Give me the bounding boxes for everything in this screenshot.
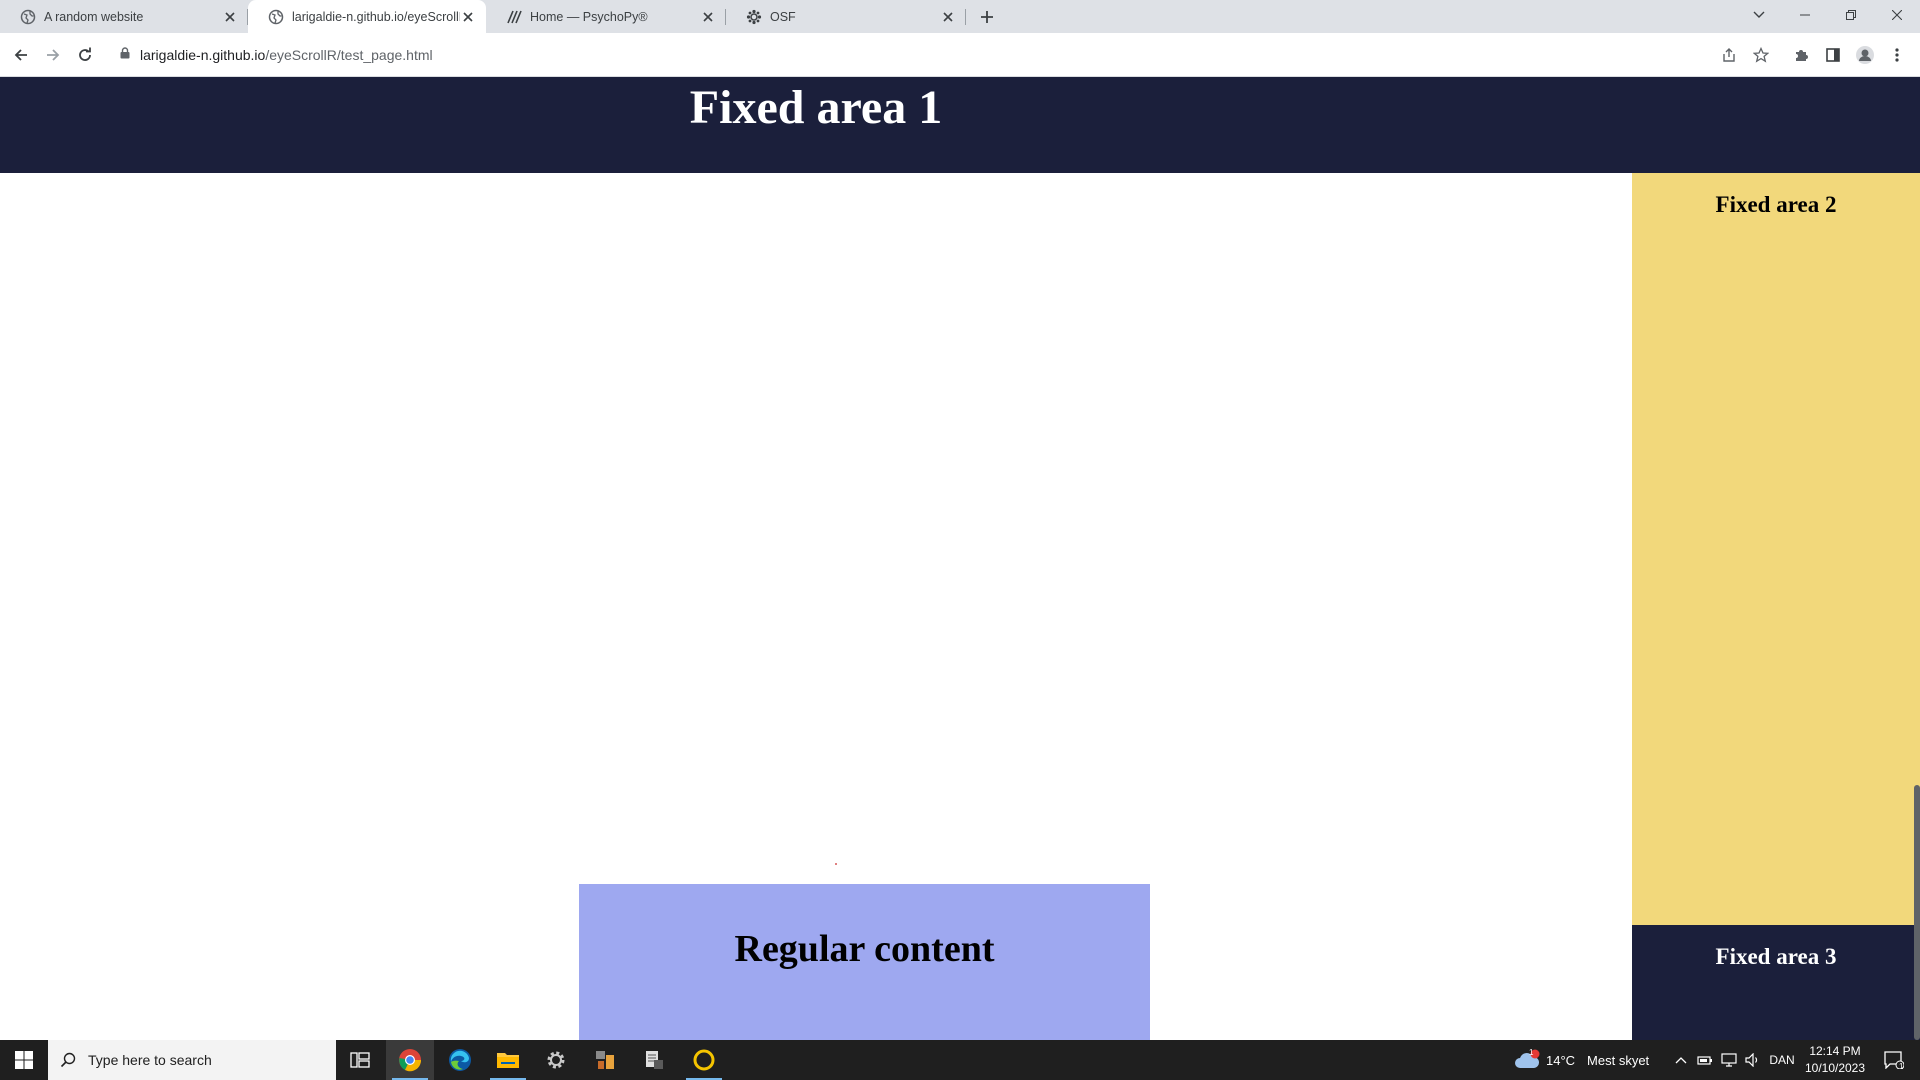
fixed-area-1-inner: Fixed area 1 xyxy=(0,77,1632,136)
browser-toolbar: larigaldie-n.github.io/eyeScrollR/test_p… xyxy=(0,33,1920,77)
taskbar-search-box[interactable]: Type here to search xyxy=(48,1040,336,1080)
weather-badge: 1 xyxy=(1529,1048,1534,1057)
weather-cloud-icon[interactable]: 1 xyxy=(1512,1040,1542,1080)
scrollbar-thumb[interactable] xyxy=(1914,785,1920,1040)
eye-tracker-app-icon[interactable] xyxy=(680,1040,728,1080)
input-language[interactable]: DAN xyxy=(1766,1040,1798,1080)
network-icon[interactable] xyxy=(1718,1040,1740,1080)
volume-speaker-icon[interactable] xyxy=(1742,1040,1764,1080)
task-view-icon[interactable] xyxy=(336,1040,384,1080)
globe-icon xyxy=(20,9,36,25)
fixed-area-2-heading: Fixed area 2 xyxy=(1715,192,1837,217)
fixed-area-3-heading: Fixed area 3 xyxy=(1715,944,1837,969)
weather-temperature: 14°C xyxy=(1546,1052,1576,1068)
globe-icon xyxy=(268,9,284,25)
page-viewport: Fixed area 1 Fixed area 2 Fixed area 3 R… xyxy=(0,77,1920,1040)
restore-button[interactable] xyxy=(1828,0,1874,30)
tab-a-random-website[interactable]: A random website xyxy=(0,0,248,33)
tab-strip: A random website larigaldie-n.github.io/… xyxy=(0,0,1920,33)
weather-widget[interactable]: 14°C Mest skyet xyxy=(1546,1040,1656,1080)
regular-content-heading: Regular content xyxy=(734,928,995,970)
weather-description: Mest skyet xyxy=(1587,1052,1650,1068)
close-icon[interactable] xyxy=(222,9,238,25)
clock-date: 10/10/2023 xyxy=(1804,1061,1866,1075)
forward-button[interactable] xyxy=(42,44,64,66)
minimize-button[interactable] xyxy=(1782,0,1828,30)
close-icon[interactable] xyxy=(700,9,716,25)
file-explorer-icon[interactable] xyxy=(484,1040,532,1080)
close-window-button[interactable] xyxy=(1874,0,1920,30)
settings-gear-icon[interactable] xyxy=(532,1040,580,1080)
profile-avatar-icon[interactable] xyxy=(1854,44,1876,66)
chrome-taskbar-icon[interactable] xyxy=(386,1040,434,1080)
notification-center-icon[interactable]: 1 xyxy=(1874,1040,1914,1080)
url-host: larigaldie-n.github.io xyxy=(140,47,266,63)
tray-chevron-up-icon[interactable] xyxy=(1670,1040,1692,1080)
tab-title: Home — PsychoPy® xyxy=(530,9,648,24)
tab-title: OSF xyxy=(770,9,796,24)
address-bar[interactable]: larigaldie-n.github.io/eyeScrollR/test_p… xyxy=(108,38,1774,72)
fixed-area-1-heading: Fixed area 1 xyxy=(689,81,943,134)
psychopy-icon xyxy=(506,9,522,25)
reload-button[interactable] xyxy=(74,44,96,66)
document-app-icon[interactable] xyxy=(630,1040,678,1080)
tab-psychopy[interactable]: Home — PsychoPy® xyxy=(486,0,726,33)
fixed-area-3: Fixed area 3 xyxy=(1632,925,1920,1040)
url-path: /eyeScrollR/test_page.html xyxy=(265,47,433,63)
side-panel-icon[interactable] xyxy=(1822,44,1844,66)
search-placeholder: Type here to search xyxy=(88,1052,212,1068)
battery-icon[interactable] xyxy=(1694,1040,1716,1080)
stray-dot xyxy=(835,863,837,865)
tab-search-chevron-down-icon[interactable] xyxy=(1736,0,1782,30)
close-icon[interactable] xyxy=(460,9,476,25)
clock-time: 12:14 PM xyxy=(1809,1044,1861,1058)
windows-taskbar: Type here to search 1 14°C Mest skyet DA… xyxy=(0,1040,1920,1080)
tab-larigaldie-eyescrollr[interactable]: larigaldie-n.github.io/eyeScrollR xyxy=(248,0,486,33)
more-menu-icon[interactable] xyxy=(1886,44,1908,66)
bookmark-star-icon[interactable] xyxy=(1750,44,1772,66)
share-icon[interactable] xyxy=(1718,44,1740,66)
new-tab-button[interactable] xyxy=(976,6,998,28)
edge-taskbar-icon[interactable] xyxy=(436,1040,484,1080)
fixed-area-2: Fixed area 2 xyxy=(1632,173,1920,925)
tab-osf[interactable]: OSF xyxy=(726,0,966,33)
extensions-puzzle-icon[interactable] xyxy=(1790,44,1812,66)
lock-icon[interactable] xyxy=(120,46,130,64)
fixed-area-1: Fixed area 1 xyxy=(0,77,1920,173)
taskbar-clock[interactable]: 12:14 PM 10/10/2023 xyxy=(1798,1043,1872,1077)
notification-count: 1 xyxy=(1899,1062,1904,1071)
windows-start-icon[interactable] xyxy=(0,1040,48,1080)
language-label: DAN xyxy=(1769,1053,1795,1067)
media-app-icon[interactable] xyxy=(582,1040,630,1080)
url-text: larigaldie-n.github.io/eyeScrollR/test_p… xyxy=(140,47,433,63)
tab-title: A random website xyxy=(44,9,144,24)
search-icon xyxy=(60,1052,76,1068)
close-icon[interactable] xyxy=(940,9,956,25)
osf-icon xyxy=(746,9,762,25)
back-button[interactable] xyxy=(10,44,32,66)
regular-content: Regular content xyxy=(579,884,1150,1040)
tab-title: larigaldie-n.github.io/eyeScrollR xyxy=(292,9,460,24)
